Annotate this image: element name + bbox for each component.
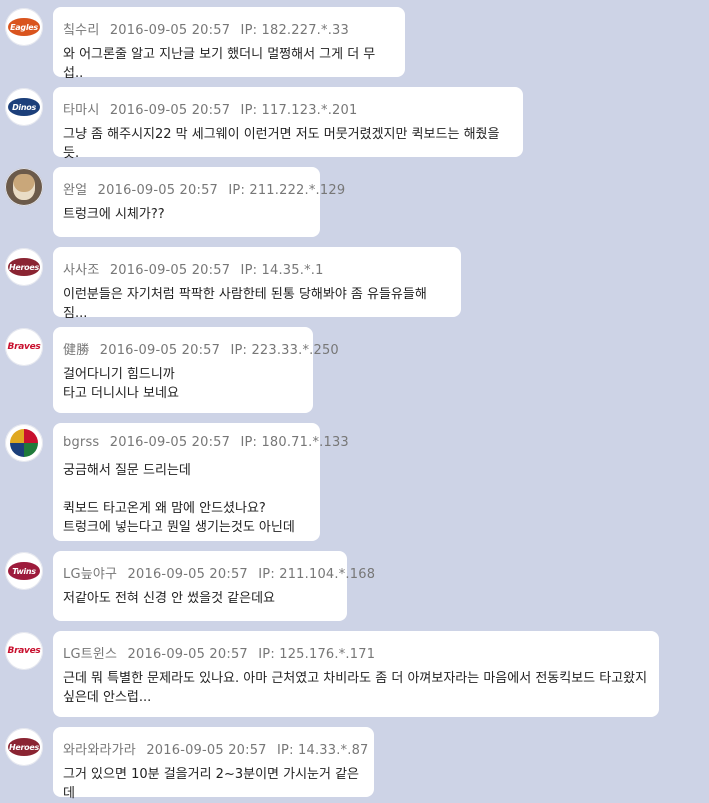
comment-bubble: 타마시 2016-09-05 20:57 IP: 117.123.*.201 그… (53, 87, 523, 161)
twins-logo-icon[interactable]: Twins (5, 552, 43, 590)
nickname[interactable]: 완얼 (63, 183, 87, 198)
comment-text: 걸어다니기 힘드니까 타고 더니시나 보네요 (63, 367, 179, 401)
comment-date: 2016-09-05 20:57 (127, 647, 248, 662)
wbc-logo-icon[interactable] (5, 424, 43, 462)
nickname[interactable]: 사사조 (63, 263, 99, 278)
ip-address: IP: 14.33.*.87 (277, 743, 369, 758)
ip-address: IP: 223.33.*.250 (230, 343, 339, 358)
nickname[interactable]: LG트윈스 (63, 647, 117, 662)
nickname[interactable]: 타마시 (63, 103, 99, 118)
comment-bubble: LG트윈스 2016-09-05 20:57 IP: 125.176.*.171… (53, 631, 659, 717)
comment-text: 이런분들은 자기처럼 팍팍한 사람한테 된통 당해봐야 좀 유들유들해짐... (63, 287, 427, 321)
comment-meta: LG트윈스 2016-09-05 20:57 IP: 125.176.*.171 (63, 643, 375, 662)
comment-meta: 사사조 2016-09-05 20:57 IP: 14.35.*.1 (63, 259, 324, 278)
ip-address: IP: 211.222.*.129 (228, 183, 346, 198)
braves-logo-icon[interactable]: Braves (5, 328, 43, 366)
comment-bubble: 칰수리 2016-09-05 20:57 IP: 182.227.*.33 와 … (53, 7, 405, 81)
comment-meta: 와라와라가라 2016-09-05 20:57 IP: 14.33.*.87 (63, 739, 369, 758)
comment-bubble: 健勝 2016-09-05 20:57 IP: 223.33.*.250 걸어다… (53, 327, 339, 413)
comment-bubble: 완얼 2016-09-05 20:57 IP: 211.222.*.129 트렁… (53, 167, 345, 237)
dinos-logo-icon[interactable]: Dinos (5, 88, 43, 126)
comment-date: 2016-09-05 20:57 (109, 23, 231, 38)
ip-address: IP: 211.104.*.168 (258, 567, 376, 582)
heroes-logo-icon[interactable]: Heroes (5, 728, 43, 766)
comment-date: 2016-09-05 20:57 (109, 263, 231, 278)
dog-photo-avatar[interactable] (5, 168, 43, 206)
nickname[interactable]: 健勝 (63, 343, 89, 358)
comment-date: 2016-09-05 20:57 (109, 435, 231, 450)
nickname[interactable]: LG늪야구 (63, 567, 117, 582)
comment-bubble: 사사조 2016-09-05 20:57 IP: 14.35.*.1 이런분들은… (53, 247, 461, 321)
comment-meta: 완얼 2016-09-05 20:57 IP: 211.222.*.129 (63, 179, 345, 198)
comment-bubble: bgrss 2016-09-05 20:57 IP: 180.71.*.133 … (53, 423, 349, 541)
comment-date: 2016-09-05 20:57 (99, 343, 221, 358)
heroes-logo-icon[interactable]: Heroes (5, 248, 43, 286)
comment-date: 2016-09-05 20:57 (146, 743, 267, 758)
ip-address: IP: 182.227.*.33 (240, 23, 349, 38)
ip-address: IP: 117.123.*.201 (240, 103, 358, 118)
comment-date: 2016-09-05 20:57 (97, 183, 219, 198)
comment-bubble: 와라와라가라 2016-09-05 20:57 IP: 14.33.*.87 그… (53, 727, 374, 801)
nickname[interactable]: bgrss (63, 435, 99, 450)
comment-text: 궁금해서 질문 드리는데 퀵보드 타고온게 왜 맘에 안드셨나요? 트렁크에 넣… (63, 463, 295, 535)
comment-meta: 健勝 2016-09-05 20:57 IP: 223.33.*.250 (63, 339, 339, 358)
comment-text: 와 어그론줄 알고 지난글 보기 했더니 멀쩡해서 그게 더 무섭.. (63, 47, 376, 81)
ip-address: IP: 14.35.*.1 (240, 263, 324, 278)
eagles-logo-icon[interactable]: Eagles (5, 8, 43, 46)
comment-text: 근데 뭐 특별한 문제라도 있나요. 아마 근처였고 차비라도 좀 더 아껴보자… (63, 671, 648, 705)
comment-meta: 타마시 2016-09-05 20:57 IP: 117.123.*.201 (63, 99, 357, 118)
comment-meta: LG늪야구 2016-09-05 20:57 IP: 211.104.*.168 (63, 563, 375, 582)
comment-meta: 칰수리 2016-09-05 20:57 IP: 182.227.*.33 (63, 19, 349, 38)
comment-text: 그냥 좀 해주시지22 막 세그웨이 이런거면 저도 머뭇거렸겠지만 퀵보드는 … (63, 127, 500, 161)
comment-date: 2016-09-05 20:57 (109, 103, 231, 118)
braves-logo-icon[interactable]: Braves (5, 632, 43, 670)
nickname[interactable]: 와라와라가라 (63, 743, 136, 758)
comment-date: 2016-09-05 20:57 (127, 567, 248, 582)
ip-address: IP: 125.176.*.171 (258, 647, 376, 662)
comment-bubble: LG늪야구 2016-09-05 20:57 IP: 211.104.*.168… (53, 551, 375, 621)
comment-text: 그거 있으면 10분 걸을거리 2~3분이면 가시눈거 같은데 (63, 767, 360, 801)
comment-text: 저같아도 전혀 신경 안 썼을것 같은데요 (63, 591, 276, 606)
ip-address: IP: 180.71.*.133 (240, 435, 349, 450)
comment-text: 트렁크에 시체가?? (63, 207, 165, 222)
comment-thread: Eagles 칰수리 2016-09-05 20:57 IP: 182.227.… (0, 0, 709, 801)
nickname[interactable]: 칰수리 (63, 23, 99, 38)
comment-meta: bgrss 2016-09-05 20:57 IP: 180.71.*.133 (63, 435, 349, 450)
